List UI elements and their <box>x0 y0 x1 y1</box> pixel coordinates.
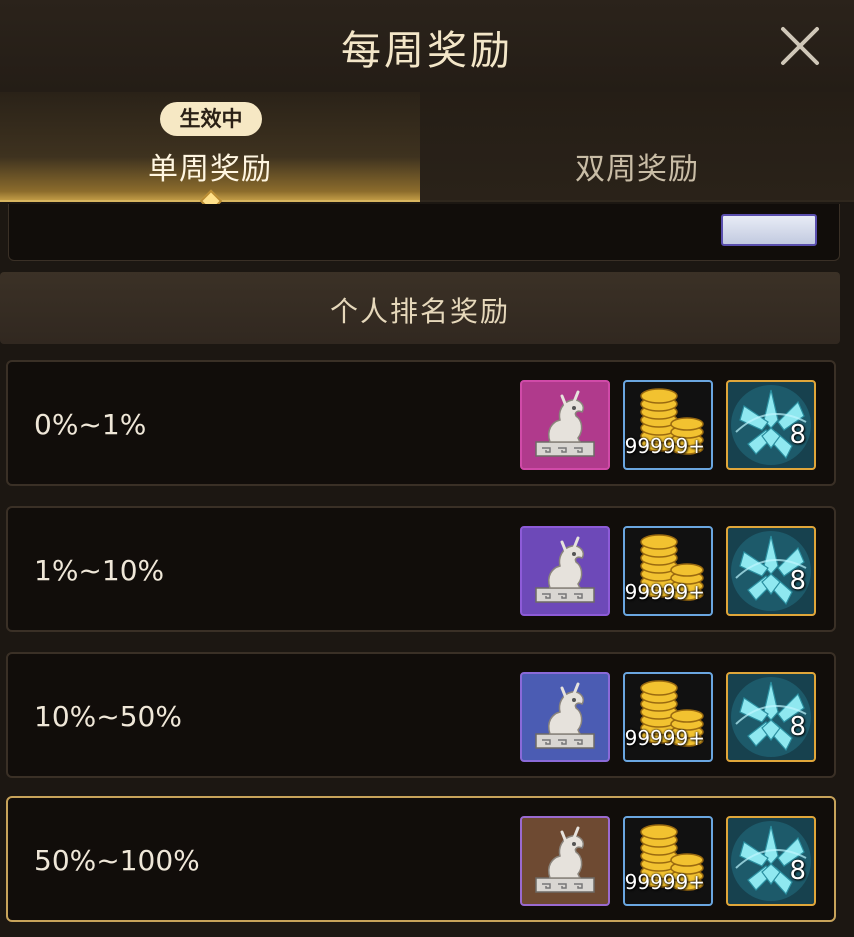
section-header: 个人排名奖励 <box>0 272 840 344</box>
page-title: 每周奖励 <box>341 28 513 74</box>
statue-reward-item[interactable] <box>520 816 610 906</box>
crystal-quantity: 8 <box>789 566 806 596</box>
close-icon <box>781 27 819 65</box>
tab-double-week[interactable]: 双周奖励 <box>420 92 854 202</box>
coin-reward-item[interactable]: 99999+ <box>623 380 713 470</box>
tab-bar: 生效中 单周奖励 双周奖励 <box>0 92 854 202</box>
coin-reward-item[interactable]: 99999+ <box>623 672 713 762</box>
dragon-statue-icon <box>522 528 608 614</box>
crystal-quantity: 8 <box>789 420 806 450</box>
crystal-reward-item[interactable]: 8 <box>726 526 816 616</box>
title-badge-icon <box>721 214 817 246</box>
section-title: 个人排名奖励 <box>329 295 510 328</box>
close-button[interactable] <box>778 24 822 68</box>
statue-reward-item[interactable] <box>520 380 610 470</box>
coin-reward-item[interactable]: 99999+ <box>623 816 713 906</box>
coin-quantity: 99999+ <box>624 434 705 458</box>
reward-row: 0%~1% 99999+ 8 <box>6 360 836 486</box>
statue-reward-item[interactable] <box>520 672 610 762</box>
rank-range: 0%~1% <box>34 408 147 441</box>
scrolled-panel <box>8 204 840 261</box>
dragon-statue-icon <box>522 382 608 468</box>
crystal-reward-item[interactable]: 8 <box>726 672 816 762</box>
rank-range: 50%~100% <box>34 844 200 877</box>
reward-row-current: 50%~100% 99999+ 8 <box>6 796 836 922</box>
coin-quantity: 99999+ <box>624 726 705 750</box>
crystal-quantity: 8 <box>789 712 806 742</box>
rank-range: 10%~50% <box>34 700 182 733</box>
coin-quantity: 99999+ <box>624 870 705 894</box>
crystal-reward-item[interactable]: 8 <box>726 380 816 470</box>
coin-reward-item[interactable]: 99999+ <box>623 526 713 616</box>
coin-quantity: 99999+ <box>624 580 705 604</box>
active-badge: 生效中 <box>160 102 262 136</box>
header: 每周奖励 <box>0 0 854 93</box>
dragon-statue-icon <box>522 818 608 904</box>
tab-single-week[interactable]: 生效中 单周奖励 <box>0 92 420 202</box>
reward-row: 10%~50% 99999+ 8 <box>6 652 836 778</box>
rank-range: 1%~10% <box>34 554 165 587</box>
statue-reward-item[interactable] <box>520 526 610 616</box>
dragon-statue-icon <box>522 674 608 760</box>
crystal-quantity: 8 <box>789 856 806 886</box>
tab-label-double-week: 双周奖励 <box>575 152 699 187</box>
tab-label-single-week: 单周奖励 <box>148 152 272 187</box>
reward-row: 1%~10% 99999+ 8 <box>6 506 836 632</box>
crystal-reward-item[interactable]: 8 <box>726 816 816 906</box>
